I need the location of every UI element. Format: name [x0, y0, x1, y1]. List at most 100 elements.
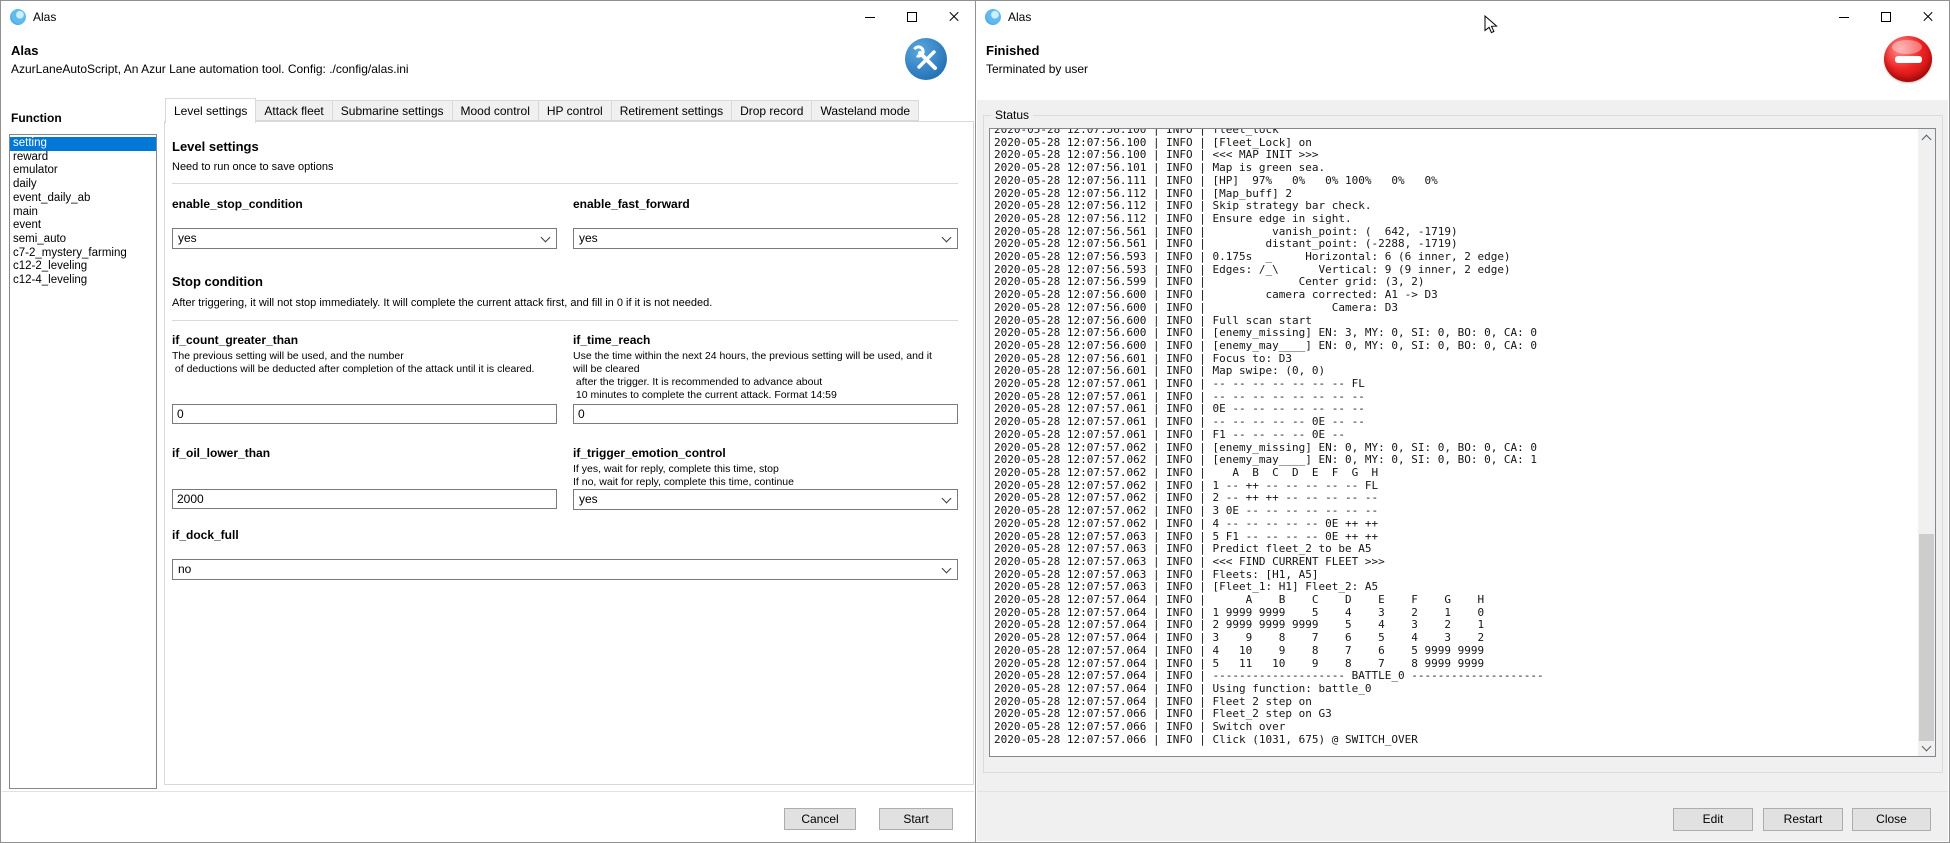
desktop: Alas Alas AzurLaneAutoScript, An Azur La… — [0, 0, 1950, 843]
function-list-item[interactable]: c7-2_mystery_farming — [10, 247, 156, 261]
function-list-item[interactable]: event_daily_ab — [10, 192, 156, 206]
divider — [172, 320, 958, 321]
log-line: 2020-05-28 12:07:57.063 | INFO | <<< FIN… — [994, 556, 1917, 569]
alas-settings-window: Alas Alas AzurLaneAutoScript, An Azur La… — [0, 0, 976, 843]
minimize-button[interactable] — [849, 1, 891, 32]
settings-tab[interactable]: Retirement settings — [611, 100, 732, 121]
log-line: 2020-05-28 12:07:56.112 | INFO | Ensure … — [994, 213, 1917, 226]
chevron-down-icon — [942, 233, 952, 243]
scrollbar-thumb[interactable] — [1919, 534, 1934, 741]
log-line: 2020-05-28 12:07:57.063 | INFO | Predict… — [994, 543, 1917, 556]
alas-app-icon — [10, 9, 26, 25]
function-list-item[interactable]: emulator — [10, 164, 156, 178]
log-line: 2020-05-28 12:07:57.062 | INFO | A B C D… — [994, 467, 1917, 480]
close-dialog-button[interactable]: Close — [1852, 808, 1931, 831]
settings-tab[interactable]: HP control — [538, 100, 612, 121]
close-button[interactable] — [1907, 1, 1949, 32]
function-list[interactable]: settingrewardemulatordailyevent_daily_ab… — [9, 134, 157, 789]
alas-log-window: Alas Finished Terminated by user Status … — [975, 0, 1950, 843]
titlebar[interactable]: Alas — [1, 1, 975, 32]
window-title: Alas — [33, 10, 56, 24]
scroll-down-button[interactable] — [1918, 739, 1935, 756]
field-label: if_count_greater_than — [172, 333, 298, 347]
log-line: 2020-05-28 12:07:57.064 | INFO | Using f… — [994, 683, 1917, 696]
function-list-item[interactable]: main — [10, 206, 156, 220]
if-dock-full-select[interactable]: no — [172, 559, 958, 580]
log-line: 2020-05-28 12:07:57.064 | INFO | 3 9 8 7… — [994, 632, 1917, 645]
select-value: yes — [579, 492, 598, 506]
field-help: If yes, wait for reply, complete this ti… — [573, 463, 794, 489]
mouse-cursor — [1484, 15, 1498, 40]
section-subtitle: After triggering, it will not stop immed… — [172, 297, 712, 309]
tools-icon — [904, 37, 948, 81]
function-list-item[interactable]: c12-2_leveling — [10, 260, 156, 274]
settings-tab[interactable]: Drop record — [731, 100, 812, 121]
status-title: Finished — [986, 43, 1039, 58]
field-label: enable_stop_condition — [172, 197, 303, 211]
field-label: if_dock_full — [172, 528, 239, 542]
maximize-button[interactable] — [1865, 1, 1907, 32]
function-list-item[interactable]: event — [10, 219, 156, 233]
chevron-down-icon — [942, 494, 952, 504]
field-help: Use the time within the next 24 hours, t… — [573, 350, 932, 402]
scroll-up-button[interactable] — [1918, 129, 1935, 146]
log-line: 2020-05-28 12:07:57.061 | INFO | F1 -- -… — [994, 429, 1917, 442]
cancel-button[interactable]: Cancel — [784, 808, 856, 830]
log-line: 2020-05-28 12:07:56.600 | INFO | camera … — [994, 289, 1917, 302]
field-label: enable_fast_forward — [573, 197, 690, 211]
function-list-item[interactable]: semi_auto — [10, 233, 156, 247]
function-list-item[interactable]: reward — [10, 151, 156, 165]
settings-tab[interactable]: Attack fleet — [255, 100, 332, 121]
footer-divider — [2, 791, 974, 792]
field-label: if_oil_lower_than — [172, 446, 270, 460]
log-line: 2020-05-28 12:07:57.062 | INFO | 4 -- --… — [994, 518, 1917, 531]
log-textarea[interactable]: 2020-05-28 12:07:56.100 | INFO | fleet_l… — [989, 128, 1936, 757]
start-button[interactable]: Start — [879, 808, 953, 830]
log-lines: 2020-05-28 12:07:56.100 | INFO | fleet_l… — [994, 128, 1917, 746]
select-value: yes — [579, 231, 598, 245]
log-line: 2020-05-28 12:07:56.593 | INFO | 0.175s … — [994, 251, 1917, 264]
settings-tab[interactable]: Level settings — [165, 98, 256, 123]
stopped-icon — [1884, 36, 1932, 82]
restart-button[interactable]: Restart — [1763, 808, 1843, 831]
field-label: if_trigger_emotion_control — [573, 446, 726, 460]
log-line: 2020-05-28 12:07:57.064 | INFO | A B C D… — [994, 594, 1917, 607]
if-oil-lower-than-input[interactable] — [172, 489, 557, 509]
log-line: 2020-05-28 12:07:57.066 | INFO | Click (… — [994, 734, 1917, 747]
page-subtitle: AzurLaneAutoScript, An Azur Lane automat… — [11, 62, 409, 76]
close-button[interactable] — [933, 1, 975, 32]
minimize-button[interactable] — [1823, 1, 1865, 32]
settings-tab[interactable]: Submarine settings — [332, 100, 453, 121]
enable-fast-forward-select[interactable]: yes — [573, 228, 958, 249]
log-line: 2020-05-28 12:07:57.061 | INFO | -- -- -… — [994, 416, 1917, 429]
function-list-item[interactable]: setting — [10, 137, 156, 151]
function-heading: Function — [11, 111, 62, 125]
edit-button[interactable]: Edit — [1673, 808, 1753, 831]
log-scrollbar[interactable] — [1918, 129, 1935, 756]
section-heading-stop-condition: Stop condition — [172, 274, 263, 289]
log-line: 2020-05-28 12:07:56.101 | INFO | Map is … — [994, 162, 1917, 175]
function-list-item[interactable]: daily — [10, 178, 156, 192]
settings-tab[interactable]: Wasteland mode — [811, 100, 919, 121]
if-count-greater-than-input[interactable] — [172, 404, 557, 424]
log-line: 2020-05-28 12:07:57.066 | INFO | Switch … — [994, 721, 1917, 734]
enable-stop-condition-select[interactable]: yes — [172, 228, 557, 249]
chevron-down-icon — [942, 564, 952, 574]
page-title: Alas — [11, 43, 38, 58]
chevron-down-icon — [541, 233, 551, 243]
function-list-item[interactable]: c12-4_leveling — [10, 274, 156, 288]
maximize-button[interactable] — [891, 1, 933, 32]
status-subtitle: Terminated by user — [986, 62, 1088, 76]
if-trigger-emotion-control-select[interactable]: yes — [573, 489, 958, 510]
titlebar[interactable]: Alas — [976, 1, 1949, 32]
log-line: 2020-05-28 12:07:57.062 | INFO | 3 0E --… — [994, 505, 1917, 518]
log-line: 2020-05-28 12:07:56.600 | INFO | [enemy_… — [994, 340, 1917, 353]
select-value: no — [178, 562, 191, 576]
if-time-reach-input[interactable] — [573, 404, 958, 424]
divider — [172, 183, 958, 184]
tab-panel-level-settings: Level settings Need to run once to save … — [164, 121, 974, 785]
log-line: 2020-05-28 12:07:56.600 | INFO | Camera:… — [994, 302, 1917, 315]
settings-tab[interactable]: Mood control — [452, 100, 539, 121]
section-subtitle: Need to run once to save options — [172, 161, 333, 173]
status-group-label: Status — [991, 108, 1033, 122]
